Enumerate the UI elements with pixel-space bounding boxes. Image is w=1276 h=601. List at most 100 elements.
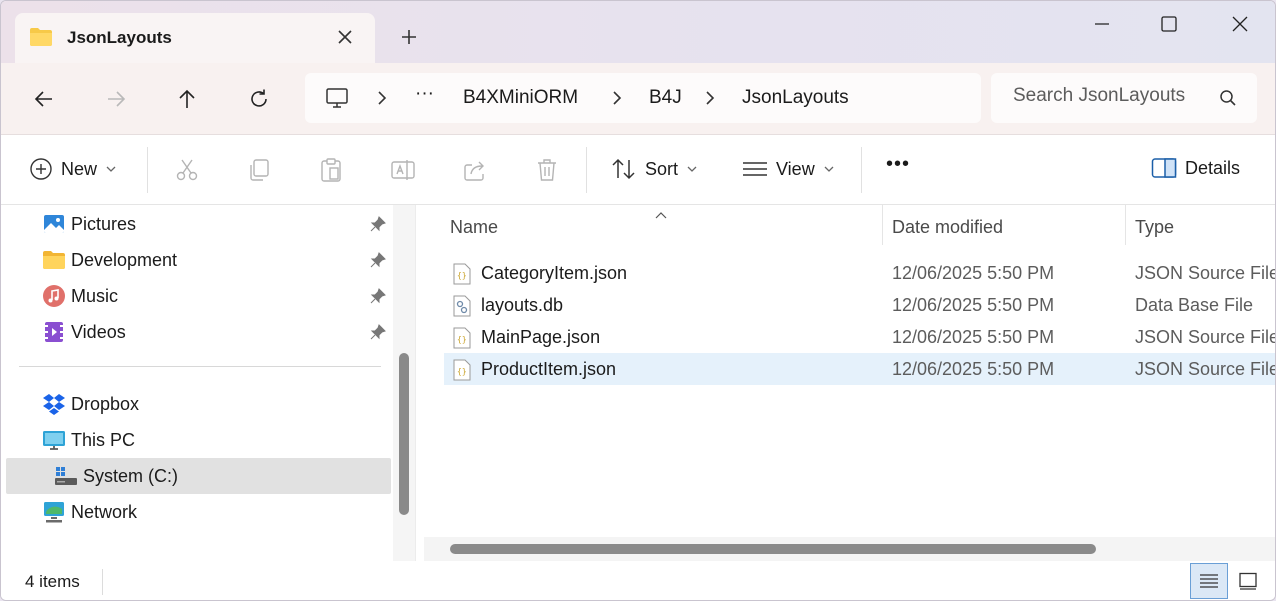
chevron-down-icon <box>106 166 116 172</box>
sidebar-item-label: Pictures <box>71 214 137 234</box>
sidebar-item-this-pc[interactable]: This PC <box>6 422 391 458</box>
sidebar-item-label: System (C:) <box>83 466 179 486</box>
chevron-down-icon <box>687 166 697 172</box>
sidebar-scrollbar-thumb[interactable] <box>399 353 409 515</box>
column-header-type[interactable]: Type <box>1135 217 1174 238</box>
sidebar-item-label: Development <box>71 250 178 270</box>
column-divider[interactable] <box>1125 205 1126 245</box>
breadcrumb-b4xminiorm[interactable]: B4XMiniORM <box>463 87 578 109</box>
maximize-icon[interactable] <box>1154 9 1184 39</box>
copy-icon[interactable] <box>246 157 272 183</box>
chevron-right-icon[interactable] <box>375 90 389 111</box>
new-button[interactable]: New <box>29 157 117 181</box>
minimize-icon[interactable] <box>1087 9 1117 39</box>
chevron-down-icon <box>824 166 834 172</box>
details-view-icon[interactable] <box>1190 563 1228 599</box>
drive-icon <box>54 464 78 488</box>
chevron-right-icon[interactable] <box>703 90 717 111</box>
details-pane-icon <box>1151 158 1177 178</box>
file-row[interactable]: {} ProductItem.json 12/06/2025 5:50 PM J… <box>444 353 1275 385</box>
file-type: Data Base File <box>1135 295 1254 315</box>
sidebar-item-dropbox[interactable]: Dropbox <box>6 386 391 422</box>
json-file-icon: {} <box>453 327 471 354</box>
status-divider <box>102 569 103 595</box>
sidebar-item-network[interactable]: Network <box>6 494 391 530</box>
breadcrumb-jsonlayouts[interactable]: JsonLayouts <box>742 87 849 109</box>
sidebar-item-system-c[interactable]: System (C:) <box>6 458 391 494</box>
sidebar-item-pictures[interactable]: Pictures <box>6 206 391 242</box>
up-arrow-icon[interactable] <box>169 81 205 117</box>
status-bar: 4 items <box>1 561 1275 600</box>
breadcrumb-overflow[interactable]: ··· <box>415 83 434 105</box>
music-icon <box>42 284 66 308</box>
file-name: MainPage.json <box>481 327 601 347</box>
pin-icon[interactable] <box>370 252 386 273</box>
file-row[interactable]: layouts.db 12/06/2025 5:50 PM Data Base … <box>444 289 1275 322</box>
file-name: layouts.db <box>481 295 564 315</box>
videos-icon <box>42 320 66 344</box>
folder-icon <box>42 248 66 272</box>
file-name: CategoryItem.json <box>481 263 628 283</box>
details-label: Details <box>1185 157 1241 178</box>
sidebar-item-label: Music <box>71 286 119 306</box>
close-tab-icon[interactable] <box>333 25 357 49</box>
column-divider[interactable] <box>882 205 883 245</box>
view-button[interactable]: View <box>742 157 835 181</box>
file-date: 12/06/2025 5:50 PM <box>892 295 1055 315</box>
search-icon[interactable] <box>1219 89 1237 112</box>
address-bar[interactable]: ··· B4XMiniORM B4J JsonLayouts <box>305 73 981 123</box>
dropbox-icon <box>42 392 66 416</box>
pin-icon[interactable] <box>370 324 386 345</box>
column-header-date-modified[interactable]: Date modified <box>892 217 1003 238</box>
tab-jsonlayouts[interactable]: JsonLayouts <box>15 13 375 63</box>
toolbar-divider <box>586 147 587 193</box>
details-button[interactable]: Details <box>1151 157 1240 179</box>
navigation-pane: Pictures Development Music Videos Dropbo… <box>1 205 415 561</box>
large-icons-view-icon[interactable] <box>1229 563 1267 599</box>
sidebar-item-label: This PC <box>71 430 136 450</box>
sort-button[interactable]: Sort <box>611 157 698 181</box>
file-row[interactable]: {} CategoryItem.json 12/06/2025 5:50 PM … <box>444 257 1276 290</box>
file-type: JSON Source File <box>1135 327 1276 347</box>
refresh-icon[interactable] <box>241 81 277 117</box>
file-row[interactable]: {} MainPage.json 12/06/2025 5:50 PM JSON… <box>444 321 1276 354</box>
file-name: ProductItem.json <box>481 359 617 379</box>
search-input[interactable] <box>1013 85 1193 107</box>
json-file-icon: {} <box>453 263 471 290</box>
search-box[interactable] <box>991 73 1257 123</box>
paste-icon[interactable] <box>318 157 344 183</box>
horizontal-scrollbar-thumb[interactable] <box>450 544 1096 554</box>
sidebar-item-development[interactable]: Development <box>6 242 391 278</box>
close-window-icon[interactable] <box>1225 9 1255 39</box>
rename-icon[interactable] <box>390 157 416 183</box>
delete-icon[interactable] <box>534 157 560 183</box>
sort-label: Sort <box>645 158 679 179</box>
cut-icon[interactable] <box>174 157 200 183</box>
svg-text:{}: {} <box>457 367 467 376</box>
file-date: 12/06/2025 5:50 PM <box>892 327 1055 347</box>
breadcrumb-b4j[interactable]: B4J <box>649 87 682 109</box>
view-list-icon <box>743 162 767 176</box>
this-pc-icon <box>42 428 66 452</box>
sidebar-divider <box>19 366 381 367</box>
forward-arrow-icon[interactable] <box>98 81 134 117</box>
new-tab-icon[interactable] <box>397 25 421 49</box>
sidebar-item-videos[interactable]: Videos <box>6 314 391 350</box>
computer-icon[interactable] <box>325 86 349 115</box>
toolbar-divider <box>147 147 148 193</box>
column-header-name[interactable]: Name <box>450 217 498 238</box>
share-icon[interactable] <box>462 157 488 183</box>
pin-icon[interactable] <box>370 216 386 237</box>
sidebar-item-label: Network <box>71 502 138 522</box>
svg-text:{}: {} <box>457 335 467 344</box>
db-file-icon <box>453 295 471 322</box>
pin-icon[interactable] <box>370 288 386 309</box>
item-count: 4 items <box>25 572 80 591</box>
back-arrow-icon[interactable] <box>26 81 62 117</box>
more-options-button[interactable]: ••• <box>886 153 910 176</box>
chevron-right-icon[interactable] <box>610 90 624 111</box>
command-bar: New Sort View ••• Details <box>1 135 1275 205</box>
file-type: JSON Source File <box>1135 263 1276 283</box>
sidebar-item-music[interactable]: Music <box>6 278 391 314</box>
toolbar-divider <box>861 147 862 193</box>
